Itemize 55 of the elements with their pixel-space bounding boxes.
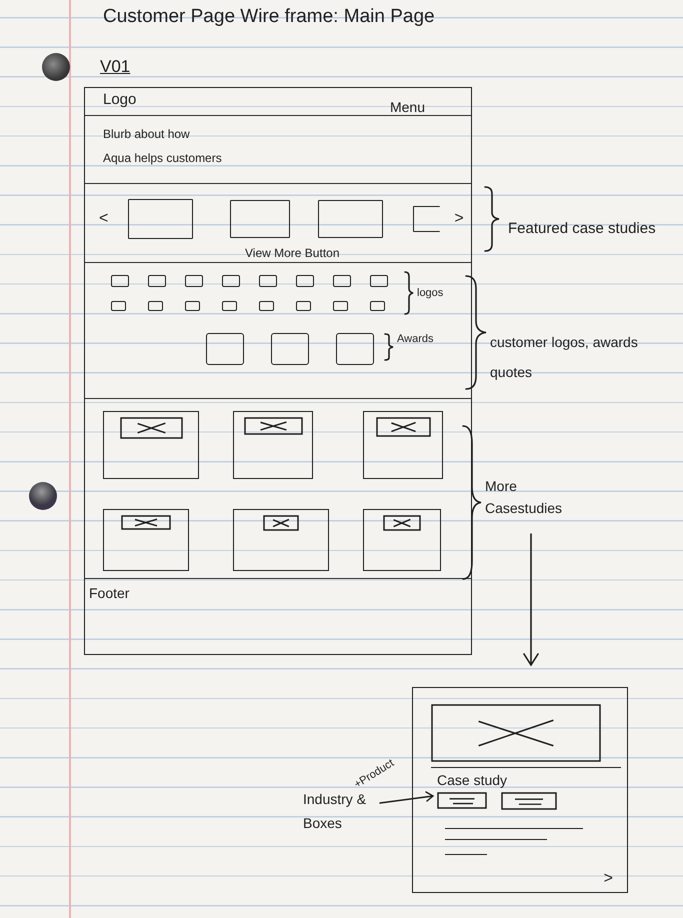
punch-hole bbox=[42, 53, 70, 81]
annotation-text: Featured case studies bbox=[508, 220, 656, 238]
image-placeholder-icon bbox=[383, 515, 421, 531]
award-placeholder bbox=[206, 333, 244, 365]
logo-placeholder bbox=[296, 301, 311, 311]
tag-placeholder-icon bbox=[437, 792, 487, 809]
image-placeholder-icon bbox=[376, 417, 430, 437]
logo-placeholder bbox=[370, 301, 385, 311]
logo-placeholder bbox=[111, 275, 129, 287]
prev-arrow: < bbox=[99, 210, 108, 228]
slide-placeholder bbox=[413, 206, 440, 232]
page-title: Customer Page Wire frame: Main Page bbox=[103, 6, 435, 28]
logo-label: Logo bbox=[103, 91, 136, 108]
image-placeholder-icon bbox=[431, 704, 601, 762]
slide-placeholder bbox=[230, 200, 290, 238]
logo-placeholder bbox=[370, 275, 388, 287]
logo-placeholder bbox=[185, 301, 200, 311]
version-label: V01 bbox=[100, 57, 130, 77]
image-placeholder-icon bbox=[244, 417, 302, 435]
logo-placeholder bbox=[148, 275, 166, 287]
logo-placeholder bbox=[111, 301, 126, 311]
logos-label: logos bbox=[417, 287, 444, 299]
case-study-heading: Case study bbox=[437, 772, 508, 788]
tag-placeholder-icon bbox=[501, 792, 557, 810]
curly-brace bbox=[404, 271, 414, 315]
logo-placeholder bbox=[259, 301, 274, 311]
next-arrow: > bbox=[454, 210, 464, 228]
blurb-text: Blurb about how Aqua helps customers bbox=[103, 126, 222, 167]
image-placeholder-icon bbox=[121, 515, 171, 530]
image-placeholder-icon bbox=[120, 417, 182, 439]
logo-placeholder bbox=[333, 275, 351, 287]
logo-placeholder bbox=[222, 301, 237, 311]
logo-placeholder bbox=[296, 275, 314, 287]
logo-placeholder bbox=[222, 275, 240, 287]
logo-placeholder bbox=[333, 301, 348, 311]
menu-label: Menu bbox=[390, 99, 425, 115]
curly-brace bbox=[484, 186, 500, 252]
callout-text: Industry & Boxes bbox=[303, 790, 366, 833]
slide-placeholder bbox=[318, 200, 384, 238]
awards-label: Awards bbox=[397, 333, 434, 345]
award-placeholder bbox=[271, 333, 309, 365]
punch-hole bbox=[29, 482, 57, 510]
award-placeholder bbox=[336, 333, 374, 365]
footer-label: Footer bbox=[89, 585, 130, 601]
annotation-text: More Casestudies bbox=[485, 477, 562, 518]
next-arrow: > bbox=[604, 870, 613, 888]
logo-placeholder bbox=[148, 301, 163, 311]
logo-placeholder bbox=[185, 275, 203, 287]
annotation-text: customer logos, awards quotes bbox=[490, 333, 638, 382]
view-more-label: View More Button bbox=[245, 246, 340, 260]
image-placeholder-icon bbox=[263, 515, 299, 531]
curly-brace bbox=[384, 333, 394, 361]
logo-placeholder bbox=[259, 275, 277, 287]
text-line-placeholder bbox=[445, 854, 487, 855]
slide-placeholder bbox=[128, 199, 194, 239]
